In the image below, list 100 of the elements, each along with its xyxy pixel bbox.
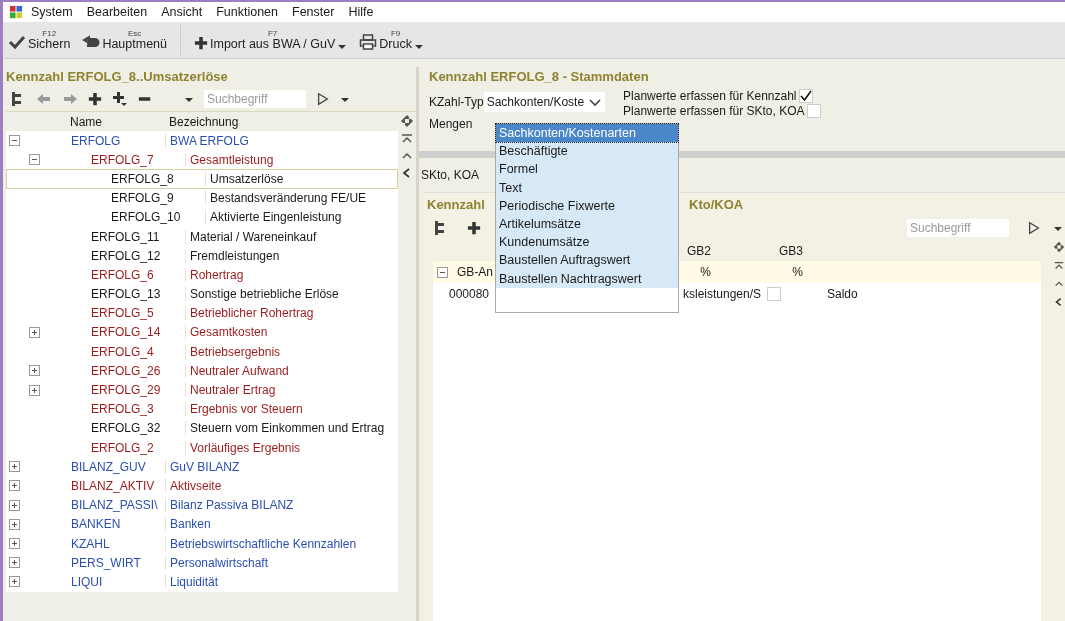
tree-row[interactable]: ERFOLG_7 Gesamtleistung xyxy=(6,150,398,170)
tree-cell-text: ERFOLG_4 xyxy=(90,344,155,359)
column-header[interactable]: Bezeichnung xyxy=(164,114,239,129)
tree-row[interactable]: ERFOLG_10 Aktivierte Eingenleistung xyxy=(6,207,398,227)
expand-toggle[interactable] xyxy=(29,365,40,377)
tree-cell: Fremdleistungen xyxy=(185,248,397,263)
collapse-toggle[interactable] xyxy=(29,154,40,166)
expand-toggle[interactable] xyxy=(9,480,20,492)
checkbox[interactable] xyxy=(798,89,813,103)
tree-row[interactable]: ERFOLG BWA ERFOLG xyxy=(6,131,398,151)
tree-cell: Bilanz Passiva BILANZ xyxy=(165,498,397,513)
caret-icon xyxy=(340,95,350,103)
dropdown-option[interactable]: Sachkonten/Kostenarten xyxy=(496,124,678,143)
dropdown-option[interactable]: Kundenumsätze xyxy=(496,233,678,252)
tree-cell-text: BILANZ_PASSI\ xyxy=(70,498,159,513)
expand-toggle[interactable] xyxy=(29,326,40,338)
column-header[interactable]: GB2 xyxy=(687,244,711,258)
app-icon xyxy=(9,4,24,20)
tree-row[interactable]: ERFOLG_9 Bestandsveränderung FE/UE xyxy=(6,188,398,208)
dropdown-option[interactable]: Formel xyxy=(496,160,678,179)
tree-cell-text: LIQUI xyxy=(70,574,104,589)
tree-row[interactable]: BILANZ_GUV GuV BILANZ xyxy=(6,457,398,477)
tree-cell-text: ERFOLG_14 xyxy=(90,325,162,340)
toolbar-button[interactable]: F12 Sichern xyxy=(5,27,74,53)
tree-cell: Betrieblicher Rohertrag xyxy=(185,306,397,321)
move-icon xyxy=(400,114,414,128)
tree-cell-text: ERFOLG xyxy=(70,133,122,148)
tree-cell-text: PERS_WIRT xyxy=(70,555,142,570)
toolbar-button[interactable]: Esc Hauptmenü xyxy=(79,27,170,53)
expand-toggle[interactable] xyxy=(9,499,20,511)
tree-row[interactable]: ERFOLG_8 Umsatzerlöse xyxy=(6,169,398,189)
expand-toggle[interactable] xyxy=(9,518,20,530)
tree-row[interactable]: ERFOLG_13 Sonstige betriebliche Erlöse xyxy=(6,284,398,304)
tree-cell: Bestandsveränderung FE/UE xyxy=(205,191,397,206)
tree-row[interactable]: ERFOLG_11 Material / Wareneinkauf xyxy=(6,226,398,247)
tree-row[interactable]: KZAHL Betriebswirtschaftliche Kennzahlen xyxy=(6,533,398,554)
menu-item[interactable]: Bearbeiten xyxy=(79,5,155,19)
toolbar-button[interactable]: F9 Druck xyxy=(356,27,427,53)
play-icon xyxy=(316,91,330,107)
tree-row[interactable]: ERFOLG_26 Neutraler Aufwand xyxy=(6,361,398,381)
tree-cell: Banken xyxy=(165,517,397,532)
tree-cell-text: ERFOLG_32 xyxy=(90,421,162,436)
tree-row[interactable]: BANKEN Banken xyxy=(6,514,398,534)
tree-cell-text: ERFOLG_6 xyxy=(90,267,155,282)
tree-cell-text: ERFOLG_26 xyxy=(90,363,162,378)
tree-cell: BWA ERFOLG xyxy=(165,133,397,148)
menu-item[interactable]: Hilfe xyxy=(341,5,381,19)
tree-row[interactable]: ERFOLG_6 Rohertrag xyxy=(6,265,398,285)
tree-row[interactable]: ERFOLG_29 Neutraler Ertrag xyxy=(6,380,398,400)
add-icon xyxy=(467,221,481,235)
tree-row[interactable]: ERFOLG_32 Steuern vom Einkommen und Ertrag xyxy=(6,418,398,438)
tree-cell-text: ERFOLG_5 xyxy=(90,306,155,321)
tree-row[interactable]: BILANZ_AKTIV Aktivseite xyxy=(6,476,398,496)
add-child-icon xyxy=(112,91,128,107)
menu-item[interactable]: Fenster xyxy=(285,5,342,19)
tree-cell: Material / Wareneinkauf xyxy=(185,229,397,244)
menu-item[interactable]: Funktionen xyxy=(209,5,285,19)
left-arrow-icon xyxy=(36,91,52,107)
expand-toggle[interactable] xyxy=(9,461,20,473)
tree-row[interactable]: ERFOLG_12 Fremdleistungen xyxy=(6,246,398,266)
tree-row[interactable]: ERFOLG_4 Betriebsergebnis xyxy=(6,342,398,362)
tree-row[interactable]: LIQUI Liquidität xyxy=(6,572,398,592)
table-cell: GB-An xyxy=(457,265,493,279)
tree-cell: Vorläufiges Ergebnis xyxy=(185,440,397,455)
field-label: Mengen xyxy=(429,117,473,131)
tree-row[interactable]: PERS_WIRT Personalwirtschaft xyxy=(6,553,398,573)
tree-row[interactable]: ERFOLG_2 Vorläufiges Ergebnis xyxy=(6,438,398,458)
tree-row[interactable]: BILANZ_PASSI\ Bilanz Passiva BILANZ xyxy=(6,495,398,515)
chevron-down-icon xyxy=(588,96,603,108)
tree-row[interactable]: ERFOLG_3 Ergebnis vor Steuern xyxy=(6,399,398,419)
tree-row[interactable]: ERFOLG_14 Gesamtkosten xyxy=(6,322,398,343)
tree-row[interactable]: ERFOLG_5 Betrieblicher Rohertrag xyxy=(6,303,398,323)
caret-icon xyxy=(184,95,194,103)
expand-toggle[interactable] xyxy=(29,384,40,396)
column-header[interactable]: GB3 xyxy=(779,244,803,258)
play-icon xyxy=(1027,220,1041,236)
expand-toggle[interactable] xyxy=(9,557,20,569)
checkbox-label: Planwerte erfassen für SKto, KOA xyxy=(623,104,805,118)
tree-cell: Aktivseite xyxy=(165,478,397,493)
type-dropdown[interactable]: Sachkonten/Koste xyxy=(483,92,606,112)
tree-cell: Liquidität xyxy=(165,574,397,589)
collapse-toggle[interactable] xyxy=(437,266,448,278)
search-field[interactable]: Suchbegriff xyxy=(907,219,1009,237)
tab[interactable]: SKto, KOA xyxy=(421,168,480,182)
search-field[interactable]: Suchbegriff xyxy=(204,90,306,108)
expand-toggle[interactable] xyxy=(9,538,20,550)
panel-title: Kto/KOA xyxy=(689,196,744,212)
menu-item[interactable]: Ansicht xyxy=(154,5,210,19)
dropdown-option[interactable]: Baustellen Auftragswert xyxy=(496,251,678,270)
column-header[interactable]: Name xyxy=(68,114,164,129)
toolbar-button[interactable]: F7 Import aus BWA / GuV xyxy=(191,27,351,53)
collapse-toggle[interactable] xyxy=(9,135,20,147)
expand-toggle[interactable] xyxy=(9,576,20,588)
first-icon xyxy=(401,133,413,145)
menu-item[interactable]: System xyxy=(24,5,80,19)
tree-cell: Steuern vom Einkommen und Ertrag xyxy=(185,421,397,436)
add-icon xyxy=(88,92,102,106)
panel-title: Kennzahl xyxy=(427,196,485,212)
first-icon xyxy=(1054,261,1064,271)
table-cell-text: ksleistungen/S xyxy=(683,287,763,301)
